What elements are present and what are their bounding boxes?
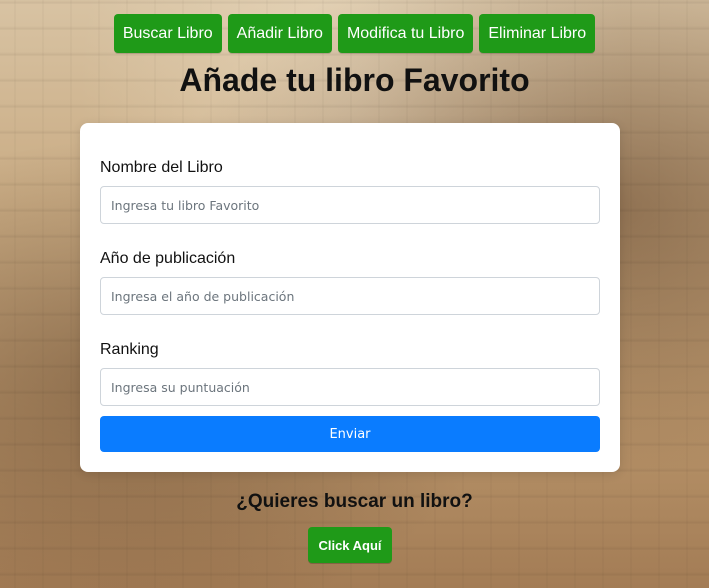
book-name-input[interactable] [100, 186, 600, 224]
add-book-form: Nombre del Libro Año de publicación Rank… [80, 123, 620, 472]
submit-button[interactable]: Enviar [100, 416, 600, 452]
publication-year-label: Año de publicación [100, 250, 236, 267]
buscar-libro-button[interactable]: Buscar Libro [113, 14, 222, 53]
anadir-libro-button[interactable]: Añadir Libro [227, 14, 332, 53]
book-name-label: Nombre del Libro [100, 159, 223, 176]
publication-year-input[interactable] [100, 277, 600, 315]
modifica-libro-button[interactable]: Modifica tu Libro [337, 14, 474, 53]
click-here-button[interactable]: Click Aquí [308, 527, 392, 563]
top-navigation: Buscar Libro Añadir Libro Modifica tu Li… [0, 14, 709, 53]
search-question: ¿Quieres buscar un libro? [236, 491, 473, 512]
page-title: Añade tu libro Favorito [179, 62, 530, 98]
ranking-input[interactable] [100, 368, 600, 406]
ranking-label: Ranking [100, 341, 159, 358]
eliminar-libro-button[interactable]: Eliminar Libro [479, 14, 596, 53]
